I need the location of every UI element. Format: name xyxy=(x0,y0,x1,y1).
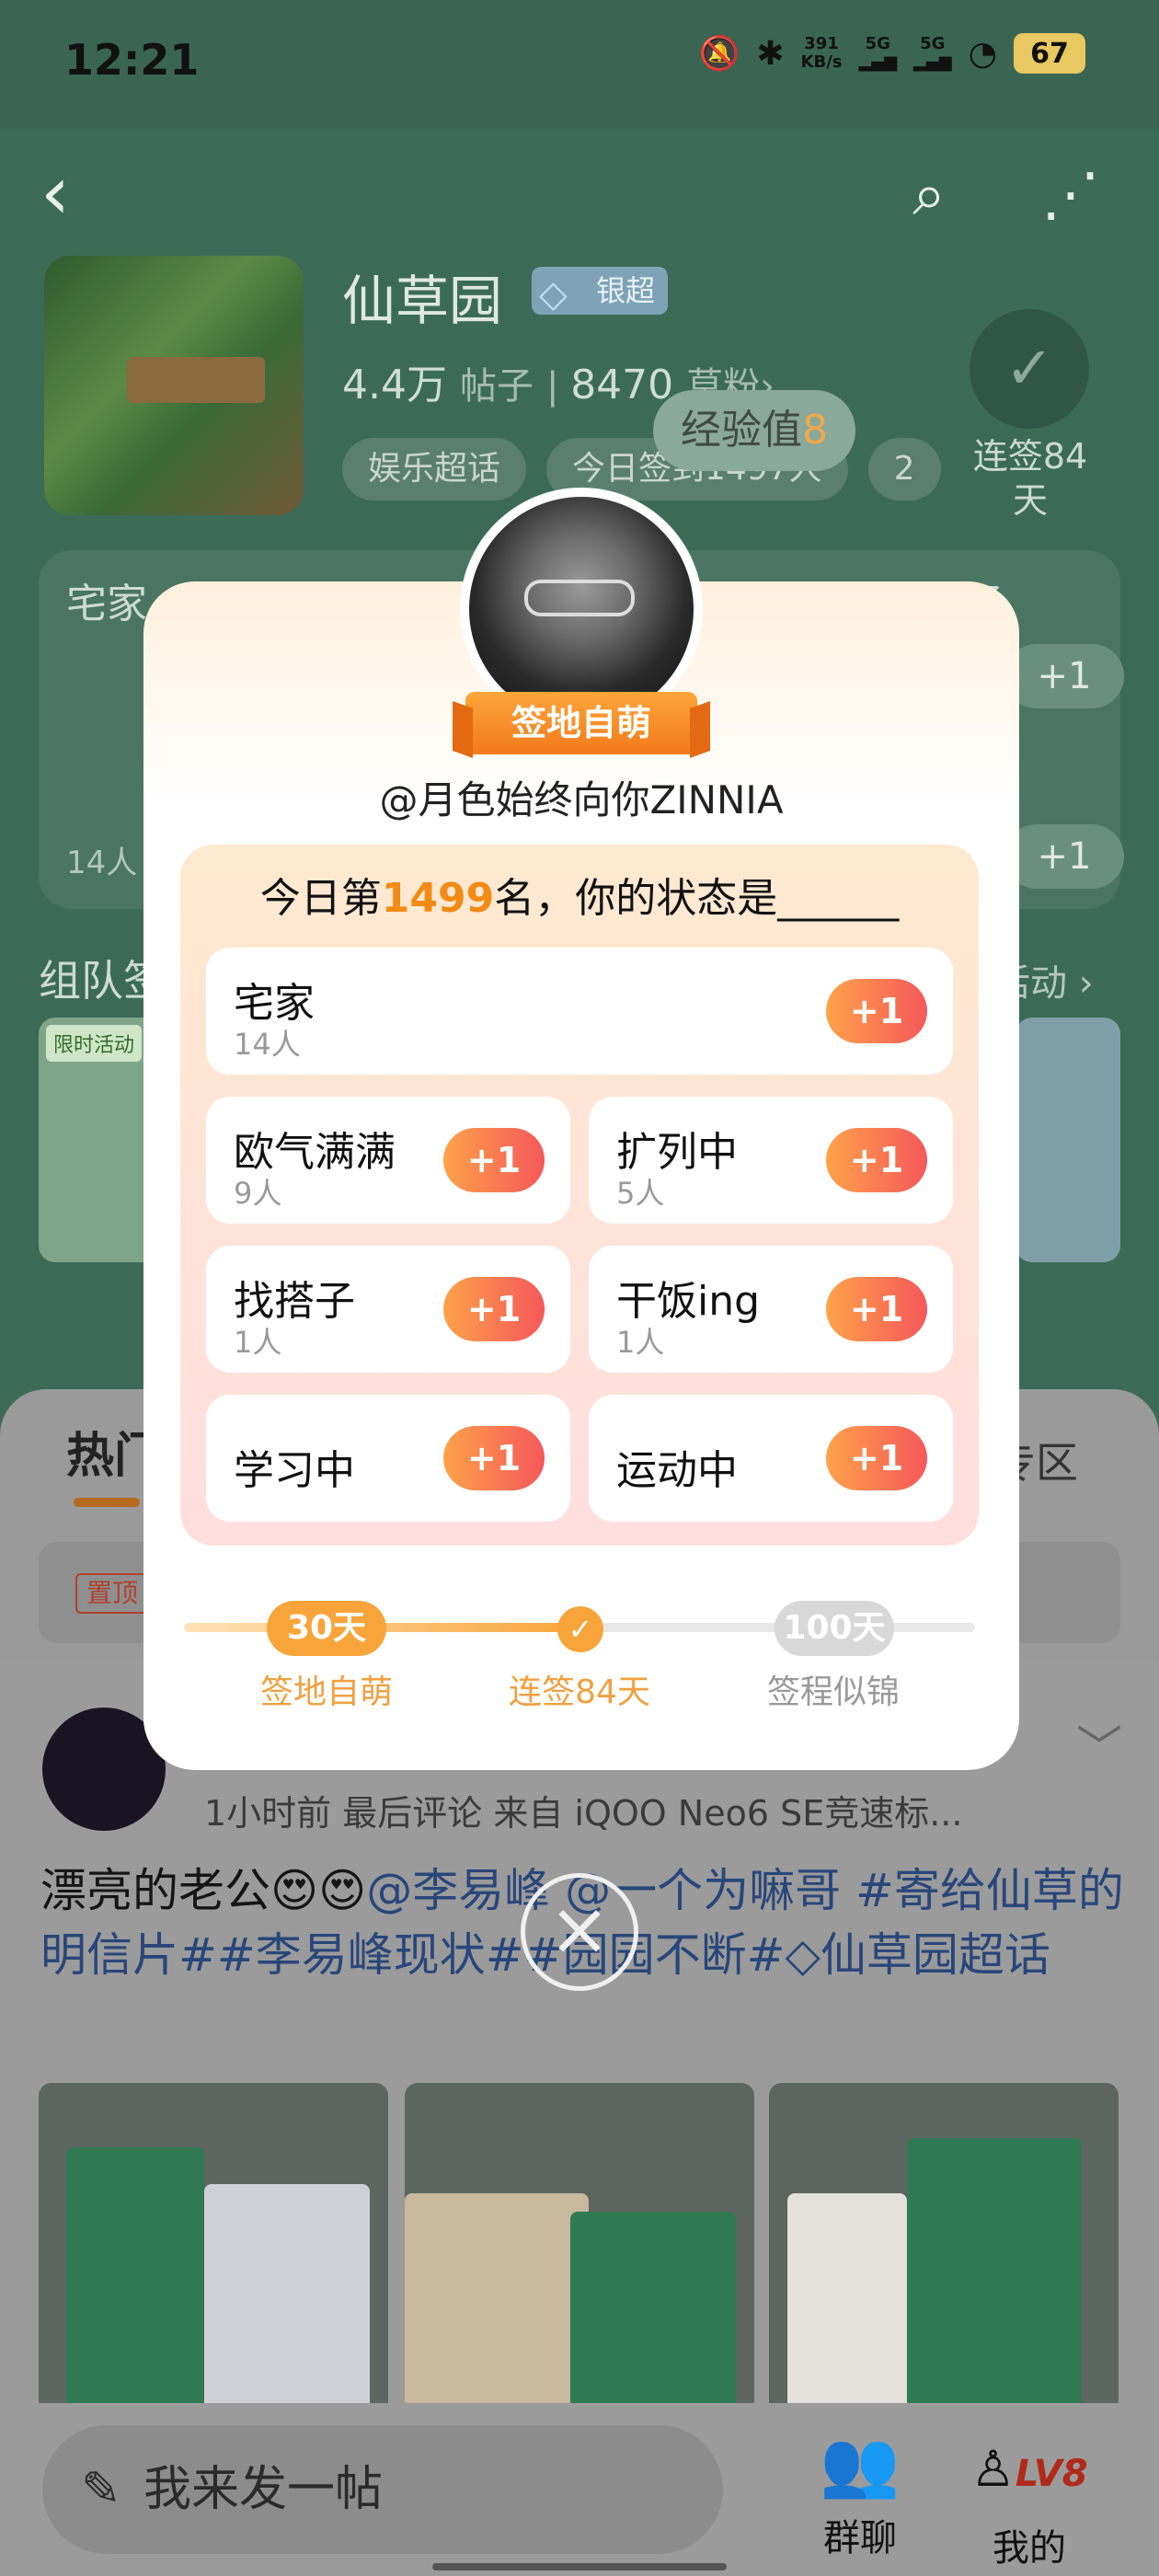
level-badge: ◇ 银超 xyxy=(532,267,669,316)
back-button[interactable]: ‹ xyxy=(40,156,70,230)
compose-button[interactable]: ✎ 我来发一帖 xyxy=(42,2425,723,2554)
people-icon: 👥 xyxy=(820,2426,901,2501)
status-option-expand[interactable]: 扩列中 5人 +1 xyxy=(589,1097,953,1224)
topic-cover-image xyxy=(44,256,304,515)
username: @月色始终向你ZINNIA xyxy=(379,777,784,822)
status-option-eating[interactable]: 干饭ing 1人 +1 xyxy=(589,1246,953,1373)
status-preview-left-count: 14人 xyxy=(66,845,138,881)
plus-one-button[interactable]: +1 xyxy=(826,1426,927,1490)
topic-title: 仙草园 xyxy=(342,270,503,332)
signal-icon-2: 5G ▂▄▆ xyxy=(913,34,952,72)
check-icon: ✓ xyxy=(557,1606,603,1652)
post-image[interactable] xyxy=(39,2083,388,2414)
exp-toast: 经验值8 xyxy=(653,390,855,471)
status-preview-left-title: 宅家 xyxy=(66,581,147,627)
milestone-100: 100天 xyxy=(775,1601,894,1656)
status-option-partner[interactable]: 找搭子 1人 +1 xyxy=(206,1246,570,1373)
plus-one-button[interactable]: +1 xyxy=(826,1277,927,1341)
milestone-current-label: 连签84天 xyxy=(509,1673,650,1711)
plus-one-button[interactable]: +1 xyxy=(826,979,927,1043)
plus-button-dim[interactable]: +1 xyxy=(1004,824,1124,889)
plus-one-button[interactable]: +1 xyxy=(443,1128,545,1192)
rank-text: 今日第1499名，你的状态是______ xyxy=(259,875,900,922)
level-icon: ♙LV8 xyxy=(970,2440,1088,2498)
close-icon[interactable]: × xyxy=(521,1873,638,1991)
pinned-badge: 置顶 xyxy=(75,1573,150,1614)
tag-more[interactable]: 2 xyxy=(867,438,941,500)
streak-label: 连签84天 xyxy=(972,436,1088,521)
bluetooth-icon: ✱ xyxy=(756,34,785,73)
post-meta: 1小时前 最后评论 来自 iQOO Neo6 SE竞速标... xyxy=(204,1793,963,1834)
milestone-30-label: 签地自萌 xyxy=(259,1673,393,1711)
status-option-lucky[interactable]: 欧气满满 9人 +1 xyxy=(206,1097,570,1224)
chevron-down-icon[interactable]: ﹀ xyxy=(1076,1711,1122,1777)
diamond-icon: ◇ xyxy=(539,273,568,316)
status-option-studying[interactable]: 学习中 +1 xyxy=(206,1395,570,1522)
mute-icon: 🔕 xyxy=(698,35,740,73)
net-speed: 391 KB/s xyxy=(800,34,843,72)
tag-category[interactable]: 娱乐超话 xyxy=(342,438,527,500)
post-image[interactable] xyxy=(769,2083,1119,2414)
calendar-check-icon[interactable]: ✓ xyxy=(970,309,1089,429)
pen-icon: ✎ xyxy=(81,2462,121,2517)
activity-banner-right[interactable] xyxy=(1016,1018,1120,1262)
status-time: 12:21 xyxy=(64,35,200,85)
post-gem-icon: ◇ xyxy=(785,1928,820,1982)
share-icon[interactable]: ⋰ xyxy=(1034,158,1107,232)
tab-indicator xyxy=(74,1498,140,1507)
plus-one-button[interactable]: +1 xyxy=(443,1426,545,1490)
signal-icon: 5G ▂▄▆ xyxy=(858,34,898,72)
plus-button-dim[interactable]: +1 xyxy=(1004,644,1124,708)
battery-icon: 67 xyxy=(1014,33,1085,74)
post-image[interactable] xyxy=(405,2083,754,2414)
group-chat-button[interactable]: 👥 群聊 xyxy=(791,2420,929,2561)
wifi-icon: ◔ xyxy=(968,34,997,73)
status-option-home[interactable]: 宅家 14人 +1 xyxy=(206,948,953,1075)
status-icons: 🔕 ✱ 391 KB/s 5G ▂▄▆ 5G ▂▄▆ ◔ 67 xyxy=(699,33,1085,74)
plus-one-button[interactable]: +1 xyxy=(443,1277,545,1341)
plus-one-button[interactable]: +1 xyxy=(826,1128,927,1192)
avatar-ribbon: 签地自萌 xyxy=(465,692,697,754)
home-indicator[interactable] xyxy=(432,2563,727,2570)
milestone-100-label: 签程似锦 xyxy=(766,1673,900,1711)
milestone-30: 30天 xyxy=(267,1601,386,1656)
mine-button[interactable]: ♙LV8 我的 xyxy=(960,2420,1098,2571)
search-icon[interactable]: ⌕ xyxy=(892,158,966,232)
status-option-exercising[interactable]: 运动中 +1 xyxy=(589,1395,953,1522)
